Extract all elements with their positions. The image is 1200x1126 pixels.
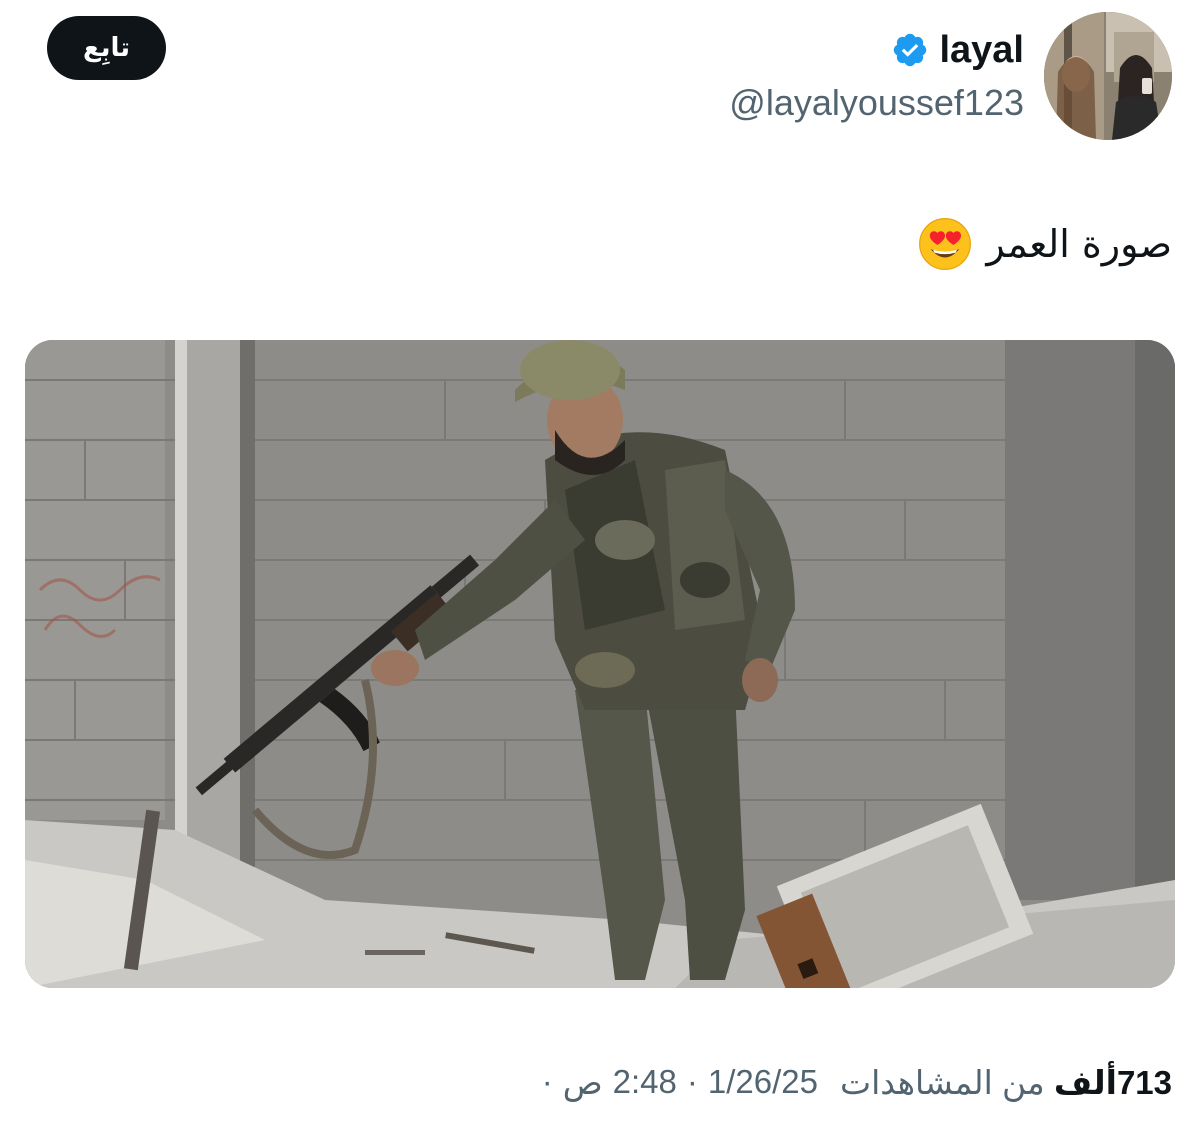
views-suffix: من المشاهدات [840,1063,1045,1101]
tweet-text-row: صورة العمر [918,214,1172,274]
period: ص [562,1063,603,1101]
heart-eyes-emoji-icon [919,218,972,270]
tweet-text: صورة العمر [986,222,1172,266]
views-group[interactable]: 713ألف من المشاهدات [840,1063,1172,1102]
views-count: 713 [1116,1063,1172,1101]
verified-badge-icon [894,33,927,67]
separator-2: · [541,1063,553,1100]
avatar[interactable] [1044,12,1172,140]
follow-button[interactable]: تابِع [47,16,166,80]
tweet-time-group[interactable]: 1/26/25 · 2:48 ص · [542,1058,818,1106]
date: 1/26/25 [707,1063,818,1100]
separator-1: · [686,1063,698,1100]
views-unit: ألف [1053,1063,1117,1101]
tweet-media-photo[interactable] [25,340,1175,988]
avatar-image [1044,12,1172,140]
display-name[interactable]: layal [939,29,1024,72]
tweet-meta: 713ألف من المشاهدات [840,1058,1172,1106]
user-handle[interactable]: @layalyoussef123 [729,82,1024,124]
display-name-row: layal [891,24,1024,76]
time: 2:48 [612,1063,677,1100]
photo-image [25,340,1175,988]
